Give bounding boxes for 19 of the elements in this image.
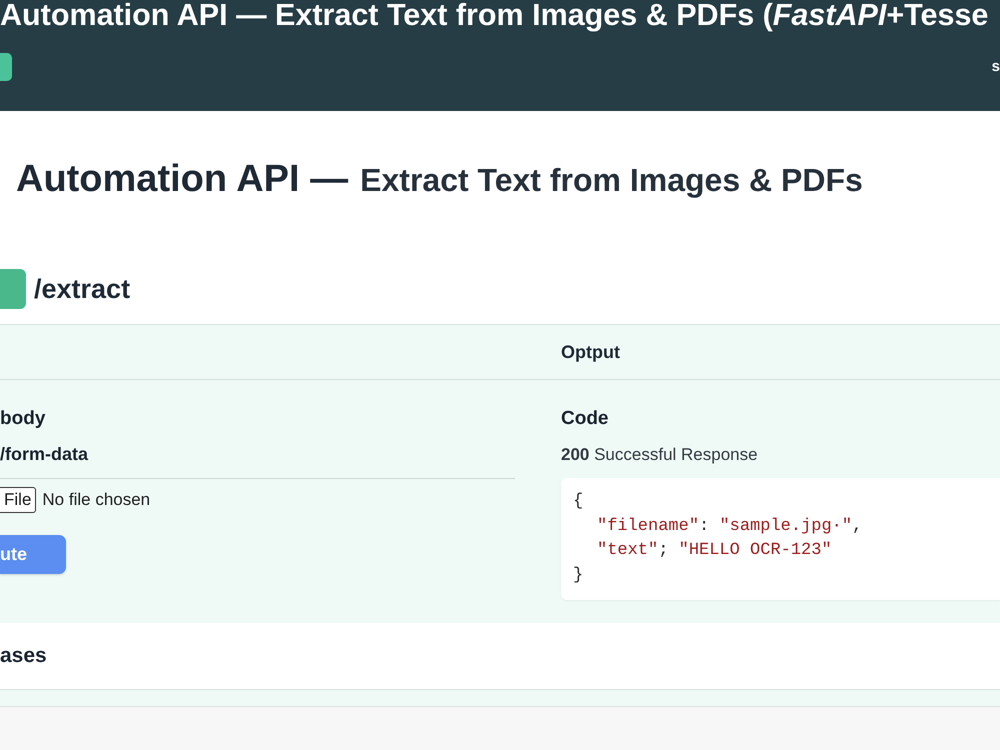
response-status: 200 Successful Response (561, 444, 758, 466)
method-tag-icon (0, 269, 26, 309)
nav-link[interactable]: s (992, 58, 1000, 76)
choose-file-button[interactable]: File (0, 487, 36, 513)
logo-tile-icon (0, 53, 12, 81)
responses-heading: ases (0, 644, 47, 668)
endpoint-path: /extract (34, 274, 130, 304)
page-subtitle: Extract Text from Images & PDFs (360, 161, 863, 200)
code-line: } (573, 564, 584, 586)
page-title: Automation API — (16, 157, 348, 201)
banner-title: Automation API — Extract Text from Images & PDFs (FastAPI+Tesse (0, 0, 988, 30)
code-line: "text"; "HELLO OCR-123" (597, 540, 832, 562)
code-heading: Code (561, 407, 608, 431)
request-body-heading: body (0, 407, 46, 431)
content-type-label: /form-data (0, 443, 88, 466)
code-line: { (573, 491, 584, 513)
output-heading: Optput (561, 342, 620, 362)
file-status-text: No file chosen (42, 490, 150, 510)
code-line: "filename": "sample.jpg·", (597, 516, 862, 538)
